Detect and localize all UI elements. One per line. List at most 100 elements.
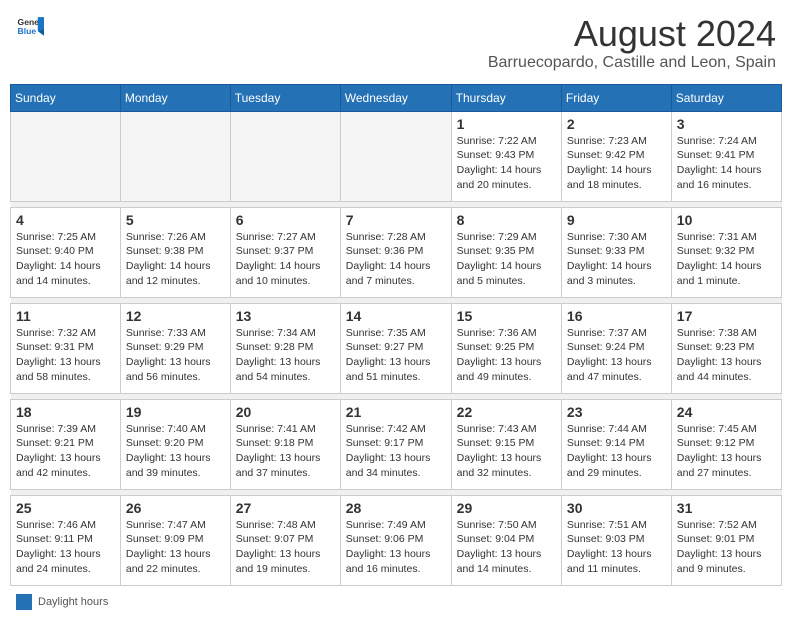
- calendar-day-header: Sunday: [11, 84, 121, 111]
- footer-area: Daylight hours: [10, 592, 782, 612]
- day-info: Sunrise: 7:48 AM Sunset: 9:07 PM Dayligh…: [236, 518, 335, 577]
- day-number: 14: [346, 308, 446, 324]
- calendar-cell: 7 Sunrise: 7:28 AM Sunset: 9:36 PM Daylig…: [340, 207, 451, 297]
- day-info: Sunrise: 7:26 AM Sunset: 9:38 PM Dayligh…: [126, 230, 225, 289]
- calendar-cell: 24 Sunrise: 7:45 AM Sunset: 9:12 PM Dayli…: [671, 399, 781, 489]
- day-info: Sunrise: 7:49 AM Sunset: 9:06 PM Dayligh…: [346, 518, 446, 577]
- day-number: 25: [16, 500, 115, 516]
- calendar-cell: 31Sunrise: 7:52 AM Sunset: 9:01 PM Dayli…: [671, 495, 781, 585]
- day-info: Sunrise: 7:33 AM Sunset: 9:29 PM Dayligh…: [126, 326, 225, 385]
- calendar-day-header: Saturday: [671, 84, 781, 111]
- day-info: Sunrise: 7:38 AM Sunset: 9:23 PM Dayligh…: [677, 326, 776, 385]
- day-number: 31: [677, 500, 776, 516]
- subtitle: Barruecopardo, Castille and Leon, Spain: [488, 54, 776, 72]
- day-info: Sunrise: 7:43 AM Sunset: 9:15 PM Dayligh…: [457, 422, 556, 481]
- day-number: 4: [16, 212, 115, 228]
- day-number: 7: [346, 212, 446, 228]
- calendar-cell: 23 Sunrise: 7:44 AM Sunset: 9:14 PM Dayli…: [561, 399, 671, 489]
- calendar-header-row: SundayMondayTuesdayWednesdayThursdayFrid…: [11, 84, 782, 111]
- calendar-cell: [340, 111, 451, 201]
- calendar-cell: 29 Sunrise: 7:50 AM Sunset: 9:04 PM Dayli…: [451, 495, 561, 585]
- calendar-cell: 12 Sunrise: 7:33 AM Sunset: 9:29 PM Dayli…: [120, 303, 230, 393]
- calendar-cell: 28 Sunrise: 7:49 AM Sunset: 9:06 PM Dayli…: [340, 495, 451, 585]
- calendar-day-header: Tuesday: [230, 84, 340, 111]
- calendar-cell: 18 Sunrise: 7:39 AM Sunset: 9:21 PM Dayli…: [11, 399, 121, 489]
- day-number: 30: [567, 500, 666, 516]
- calendar-cell: 15 Sunrise: 7:36 AM Sunset: 9:25 PM Dayli…: [451, 303, 561, 393]
- day-info: Sunrise: 7:30 AM Sunset: 9:33 PM Dayligh…: [567, 230, 666, 289]
- day-info: Sunrise: 7:22 AM Sunset: 9:43 PM Dayligh…: [457, 134, 556, 193]
- calendar-cell: 22 Sunrise: 7:43 AM Sunset: 9:15 PM Dayli…: [451, 399, 561, 489]
- day-number: 24: [677, 404, 776, 420]
- calendar-week-row: 11Sunrise: 7:32 AM Sunset: 9:31 PM Dayli…: [11, 303, 782, 393]
- generalblue-logo-icon: General Blue: [16, 14, 44, 42]
- calendar-cell: 8Sunrise: 7:29 AM Sunset: 9:35 PM Daylig…: [451, 207, 561, 297]
- day-number: 20: [236, 404, 335, 420]
- day-info: Sunrise: 7:41 AM Sunset: 9:18 PM Dayligh…: [236, 422, 335, 481]
- day-number: 26: [126, 500, 225, 516]
- calendar-cell: [230, 111, 340, 201]
- calendar-day-header: Wednesday: [340, 84, 451, 111]
- day-info: Sunrise: 7:36 AM Sunset: 9:25 PM Dayligh…: [457, 326, 556, 385]
- calendar-cell: 20 Sunrise: 7:41 AM Sunset: 9:18 PM Dayli…: [230, 399, 340, 489]
- calendar-cell: 1Sunrise: 7:22 AM Sunset: 9:43 PM Daylig…: [451, 111, 561, 201]
- day-info: Sunrise: 7:46 AM Sunset: 9:11 PM Dayligh…: [16, 518, 115, 577]
- day-info: Sunrise: 7:24 AM Sunset: 9:41 PM Dayligh…: [677, 134, 776, 193]
- day-number: 23: [567, 404, 666, 420]
- calendar-week-row: 25 Sunrise: 7:46 AM Sunset: 9:11 PM Dayli…: [11, 495, 782, 585]
- day-info: Sunrise: 7:42 AM Sunset: 9:17 PM Dayligh…: [346, 422, 446, 481]
- day-number: 3: [677, 116, 776, 132]
- calendar-cell: 2 Sunrise: 7:23 AM Sunset: 9:42 PM Daylig…: [561, 111, 671, 201]
- day-info: Sunrise: 7:45 AM Sunset: 9:12 PM Dayligh…: [677, 422, 776, 481]
- day-number: 10: [677, 212, 776, 228]
- daylight-label: Daylight hours: [38, 596, 108, 608]
- calendar-day-header: Monday: [120, 84, 230, 111]
- day-info: Sunrise: 7:44 AM Sunset: 9:14 PM Dayligh…: [567, 422, 666, 481]
- calendar-week-row: 1Sunrise: 7:22 AM Sunset: 9:43 PM Daylig…: [11, 111, 782, 201]
- calendar-cell: [11, 111, 121, 201]
- header: General Blue August 2024 Barruecopardo, …: [10, 10, 782, 76]
- title-area: August 2024 Barruecopardo, Castille and …: [488, 14, 776, 72]
- calendar-cell: 26Sunrise: 7:47 AM Sunset: 9:09 PM Dayli…: [120, 495, 230, 585]
- day-number: 27: [236, 500, 335, 516]
- daylight-swatch: [16, 594, 32, 610]
- calendar-cell: 13Sunrise: 7:34 AM Sunset: 9:28 PM Dayli…: [230, 303, 340, 393]
- day-info: Sunrise: 7:39 AM Sunset: 9:21 PM Dayligh…: [16, 422, 115, 481]
- calendar-cell: 3 Sunrise: 7:24 AM Sunset: 9:41 PM Daylig…: [671, 111, 781, 201]
- calendar-cell: 17Sunrise: 7:38 AM Sunset: 9:23 PM Dayli…: [671, 303, 781, 393]
- day-number: 2: [567, 116, 666, 132]
- day-info: Sunrise: 7:32 AM Sunset: 9:31 PM Dayligh…: [16, 326, 115, 385]
- calendar-day-header: Thursday: [451, 84, 561, 111]
- calendar-cell: 11Sunrise: 7:32 AM Sunset: 9:31 PM Dayli…: [11, 303, 121, 393]
- day-info: Sunrise: 7:50 AM Sunset: 9:04 PM Dayligh…: [457, 518, 556, 577]
- day-info: Sunrise: 7:35 AM Sunset: 9:27 PM Dayligh…: [346, 326, 446, 385]
- calendar-week-row: 4 Sunrise: 7:25 AM Sunset: 9:40 PM Daylig…: [11, 207, 782, 297]
- day-info: Sunrise: 7:27 AM Sunset: 9:37 PM Dayligh…: [236, 230, 335, 289]
- calendar-cell: 4 Sunrise: 7:25 AM Sunset: 9:40 PM Daylig…: [11, 207, 121, 297]
- day-number: 21: [346, 404, 446, 420]
- day-info: Sunrise: 7:23 AM Sunset: 9:42 PM Dayligh…: [567, 134, 666, 193]
- calendar-cell: 27 Sunrise: 7:48 AM Sunset: 9:07 PM Dayli…: [230, 495, 340, 585]
- calendar-cell: 9Sunrise: 7:30 AM Sunset: 9:33 PM Daylig…: [561, 207, 671, 297]
- day-info: Sunrise: 7:51 AM Sunset: 9:03 PM Dayligh…: [567, 518, 666, 577]
- day-number: 18: [16, 404, 115, 420]
- calendar-cell: 16Sunrise: 7:37 AM Sunset: 9:24 PM Dayli…: [561, 303, 671, 393]
- day-number: 8: [457, 212, 556, 228]
- main-title: August 2024: [488, 14, 776, 54]
- day-info: Sunrise: 7:31 AM Sunset: 9:32 PM Dayligh…: [677, 230, 776, 289]
- day-number: 15: [457, 308, 556, 324]
- day-info: Sunrise: 7:25 AM Sunset: 9:40 PM Dayligh…: [16, 230, 115, 289]
- day-number: 13: [236, 308, 335, 324]
- day-number: 5: [126, 212, 225, 228]
- day-number: 12: [126, 308, 225, 324]
- day-number: 6: [236, 212, 335, 228]
- calendar-cell: 14 Sunrise: 7:35 AM Sunset: 9:27 PM Dayli…: [340, 303, 451, 393]
- calendar-week-row: 18 Sunrise: 7:39 AM Sunset: 9:21 PM Dayli…: [11, 399, 782, 489]
- day-info: Sunrise: 7:28 AM Sunset: 9:36 PM Dayligh…: [346, 230, 446, 289]
- calendar-cell: 6 Sunrise: 7:27 AM Sunset: 9:37 PM Daylig…: [230, 207, 340, 297]
- day-number: 29: [457, 500, 556, 516]
- day-number: 28: [346, 500, 446, 516]
- day-number: 22: [457, 404, 556, 420]
- calendar-cell: 5 Sunrise: 7:26 AM Sunset: 9:38 PM Daylig…: [120, 207, 230, 297]
- calendar-body: 1Sunrise: 7:22 AM Sunset: 9:43 PM Daylig…: [11, 111, 782, 585]
